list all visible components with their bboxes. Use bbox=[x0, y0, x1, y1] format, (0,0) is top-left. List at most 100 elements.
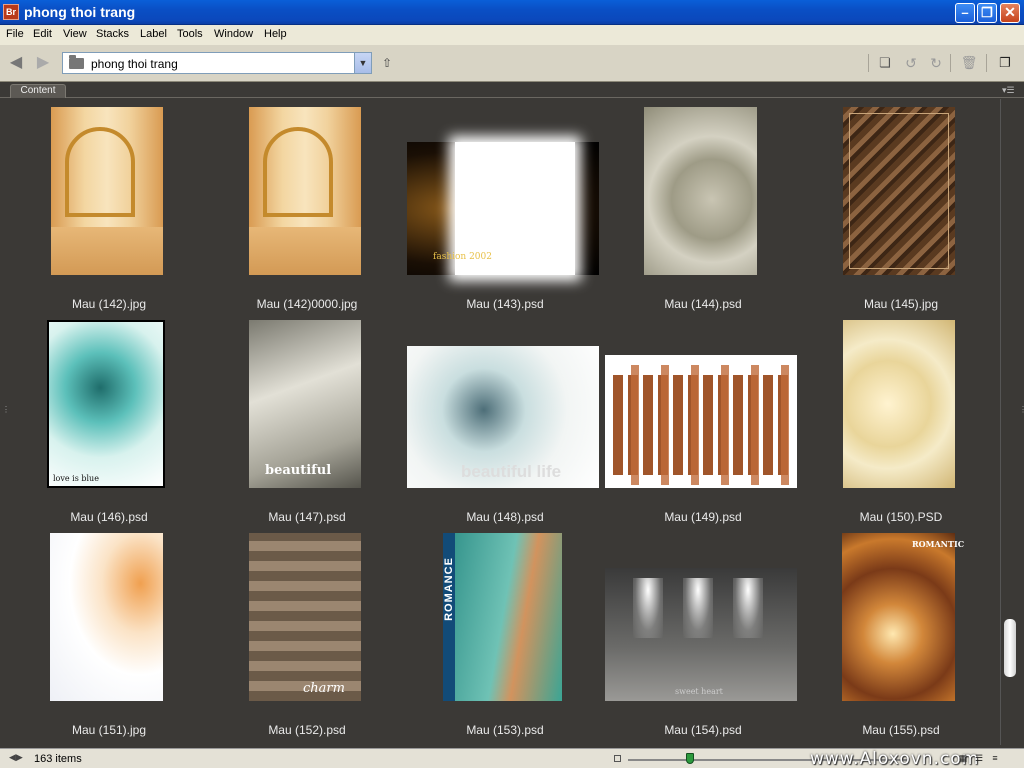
scrollbar-thumb[interactable] bbox=[1004, 619, 1016, 677]
path-field[interactable]: phong thoi trang ▼ bbox=[62, 52, 372, 74]
status-bar: ◀▶ 163 items www.Aloxovn.com ▦ ☰ ≡ bbox=[0, 748, 1024, 768]
thumbnail-image[interactable] bbox=[843, 320, 955, 488]
maximize-button[interactable]: ❐ bbox=[977, 3, 997, 23]
menu-stacks[interactable]: Stacks bbox=[96, 28, 129, 40]
thumbnail-label: Mau (149).psd bbox=[664, 510, 742, 524]
thumbnail-image[interactable] bbox=[50, 533, 163, 701]
panel-toggle-icon[interactable]: ◀▶ bbox=[9, 752, 23, 763]
thumbnail-label: Mau (147).psd bbox=[268, 510, 346, 524]
item-count: 163 items bbox=[34, 753, 82, 765]
thumbnail-item[interactable]: sweet heart Mau (154).psd bbox=[604, 525, 802, 738]
toolbar-divider bbox=[986, 54, 987, 72]
left-panel-grip-icon[interactable]: ⋮ bbox=[2, 405, 10, 417]
menu-label[interactable]: Label bbox=[140, 28, 167, 40]
thumbnail-item[interactable]: Mau (151).jpg bbox=[10, 525, 208, 738]
thumbnail-label: Mau (153).psd bbox=[466, 723, 544, 737]
view-thumbnails-icon[interactable]: ▦ bbox=[956, 752, 970, 765]
thumbnail-image[interactable]: beautiful life bbox=[407, 346, 599, 488]
toolbar-divider bbox=[950, 54, 951, 72]
thumbnail-label: Mau (142)0000.jpg bbox=[256, 297, 358, 311]
thumbnail-item[interactable]: Mau (142).jpg bbox=[10, 99, 208, 312]
thumbnail-image[interactable]: charm bbox=[249, 533, 361, 701]
trash-icon[interactable]: 🗑 bbox=[960, 54, 978, 72]
content-panel-header: Content ▾☰ bbox=[0, 82, 1024, 98]
path-text: phong thoi trang bbox=[91, 57, 178, 71]
thumbnail-image[interactable]: ROMANCE bbox=[443, 533, 562, 701]
rotate-right-icon[interactable]: ↻ bbox=[927, 54, 945, 72]
thumbnail-label: Mau (146).psd bbox=[70, 510, 148, 524]
thumbnail-label: Mau (152).psd bbox=[268, 723, 346, 737]
menu-tools[interactable]: Tools bbox=[177, 28, 203, 40]
path-dropdown-button[interactable]: ▼ bbox=[354, 53, 371, 73]
window-title: phong thoi trang bbox=[24, 4, 136, 20]
bridge-app-icon[interactable]: Br bbox=[3, 4, 19, 20]
view-list-icon[interactable]: ≡ bbox=[988, 752, 1002, 765]
thumbnail-caption: fashion 2002 bbox=[433, 252, 492, 262]
toolbar: ◀ ▶ phong thoi trang ▼ ⇧ ❏ ↺ ↻ 🗑 ❐ bbox=[0, 45, 1024, 82]
thumbnail-caption: love is blue bbox=[53, 474, 99, 483]
thumbnail-item[interactable]: Mau (145).jpg bbox=[802, 99, 1000, 312]
thumbnail-label: Mau (151).jpg bbox=[71, 723, 147, 737]
thumbnail-item[interactable]: fashion 2002 Mau (143).psd bbox=[406, 99, 604, 312]
toolbar-divider bbox=[868, 54, 869, 72]
thumbnail-item[interactable]: ROMANTIC Mau (155).psd bbox=[802, 525, 1000, 738]
vertical-scrollbar[interactable] bbox=[1000, 99, 1018, 745]
thumbnail-item[interactable]: charm Mau (152).psd bbox=[208, 525, 406, 738]
thumbnail-label: Mau (142).jpg bbox=[71, 297, 147, 311]
compact-mode-icon[interactable]: ❐ bbox=[996, 54, 1014, 72]
tab-content[interactable]: Content bbox=[10, 84, 66, 98]
thumbnail-image[interactable]: love is blue bbox=[47, 320, 165, 488]
thumbnail-image[interactable]: fashion 2002 bbox=[407, 142, 599, 275]
thumbnail-item[interactable]: beautiful Mau (147).psd bbox=[208, 312, 406, 525]
forward-arrow-icon[interactable]: ▶ bbox=[34, 54, 52, 72]
new-folder-icon[interactable]: ❏ bbox=[876, 54, 894, 72]
thumbnail-image[interactable]: beautiful bbox=[249, 320, 361, 488]
slider-handle[interactable] bbox=[686, 753, 694, 764]
thumbnail-label: Mau (144).psd bbox=[664, 297, 742, 311]
thumbnail-image[interactable]: sweet heart bbox=[605, 568, 797, 701]
thumbnail-item[interactable]: beautiful life Mau (148).psd bbox=[406, 312, 604, 525]
thumbnail-caption: charm bbox=[303, 681, 345, 696]
thumbnail-caption: beautiful life bbox=[461, 462, 562, 481]
view-details-icon[interactable]: ☰ bbox=[972, 752, 986, 765]
rotate-left-icon[interactable]: ↺ bbox=[902, 54, 920, 72]
go-up-folder-icon[interactable]: ⇧ bbox=[378, 54, 396, 72]
thumbnail-label: Mau (154).psd bbox=[664, 723, 742, 737]
thumbnail-image[interactable] bbox=[605, 355, 797, 488]
thumbnail-image[interactable] bbox=[644, 107, 757, 275]
back-arrow-icon[interactable]: ◀ bbox=[7, 54, 25, 72]
menu-bar: File Edit View Stacks Label Tools Window… bbox=[0, 25, 1024, 45]
menu-edit[interactable]: Edit bbox=[33, 28, 52, 40]
thumbnail-image[interactable]: ROMANTIC bbox=[842, 533, 964, 701]
panel-menu-icon[interactable]: ▾☰ bbox=[1002, 85, 1015, 96]
thumbnail-caption: ROMANTIC bbox=[912, 539, 965, 549]
folder-icon bbox=[69, 55, 84, 69]
thumbnail-image[interactable] bbox=[249, 107, 361, 275]
thumbnail-image[interactable] bbox=[843, 107, 955, 275]
thumbnail-item[interactable]: ROMANCE Mau (153).psd bbox=[406, 525, 604, 738]
thumbnail-label: Mau (148).psd bbox=[466, 510, 544, 524]
menu-help[interactable]: Help bbox=[264, 28, 287, 40]
menu-view[interactable]: View bbox=[63, 28, 87, 40]
thumbnail-item[interactable]: Mau (149).psd bbox=[604, 312, 802, 525]
title-bar[interactable]: Br phong thoi trang – ❐ ✕ bbox=[0, 0, 1024, 25]
thumbnail-label: Mau (155).psd bbox=[862, 723, 940, 737]
thumbnail-item[interactable]: Mau (142)0000.jpg bbox=[208, 99, 406, 312]
thumbnail-label: Mau (143).psd bbox=[466, 297, 544, 311]
thumbnail-label: Mau (145).jpg bbox=[863, 297, 939, 311]
thumbnail-item[interactable]: Mau (150).PSD bbox=[802, 312, 1000, 525]
thumbnail-caption: beautiful bbox=[265, 463, 332, 478]
thumbnail-caption: sweet heart bbox=[675, 687, 723, 696]
thumbnail-item[interactable]: love is blue Mau (146).psd bbox=[10, 312, 208, 525]
thumbnail-label: Mau (150).PSD bbox=[859, 510, 943, 524]
thumbnail-caption: ROMANCE bbox=[442, 557, 455, 621]
thumbnail-image[interactable] bbox=[51, 107, 163, 275]
content-grid: Mau (142).jpg Mau (142)0000.jpg fashion … bbox=[10, 99, 998, 745]
zoom-out-icon[interactable] bbox=[614, 755, 621, 762]
minimize-button[interactable]: – bbox=[955, 3, 975, 23]
close-button[interactable]: ✕ bbox=[1000, 3, 1020, 23]
menu-window[interactable]: Window bbox=[214, 28, 253, 40]
menu-file[interactable]: File bbox=[6, 28, 24, 40]
thumbnail-item[interactable]: Mau (144).psd bbox=[604, 99, 802, 312]
right-panel-grip-icon[interactable]: ⋮ bbox=[1019, 405, 1024, 417]
